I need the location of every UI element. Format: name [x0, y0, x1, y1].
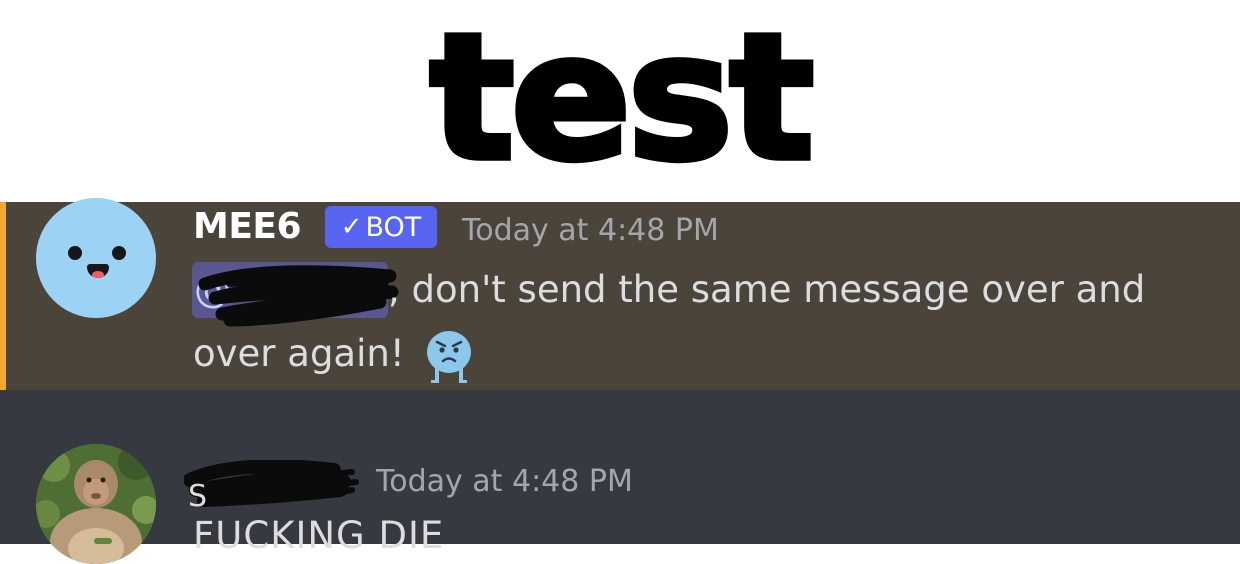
- redacted-username[interactable]: S: [184, 460, 384, 510]
- message-user[interactable]: S Today at 4:48 PM FUCKING DIE: [0, 390, 1240, 564]
- meme-caption: test: [0, 0, 1240, 202]
- message-text: FUCKING DIE: [193, 514, 445, 557]
- angry-blob-icon: [427, 331, 471, 383]
- message-text-line1: , don't send the same message over and: [388, 268, 1146, 311]
- monkey-photo: [36, 444, 156, 564]
- monkey-photo-avatar[interactable]: [36, 444, 156, 564]
- caption-text: test: [427, 0, 818, 199]
- username-initial: S: [188, 479, 207, 510]
- timestamp[interactable]: Today at 4:48 PM: [376, 464, 633, 499]
- message-mee6[interactable]: MEE6 ✓ BOT Today at 4:48 PM @ , don't sen…: [0, 198, 1240, 390]
- message-text-line2: over again!: [193, 332, 405, 375]
